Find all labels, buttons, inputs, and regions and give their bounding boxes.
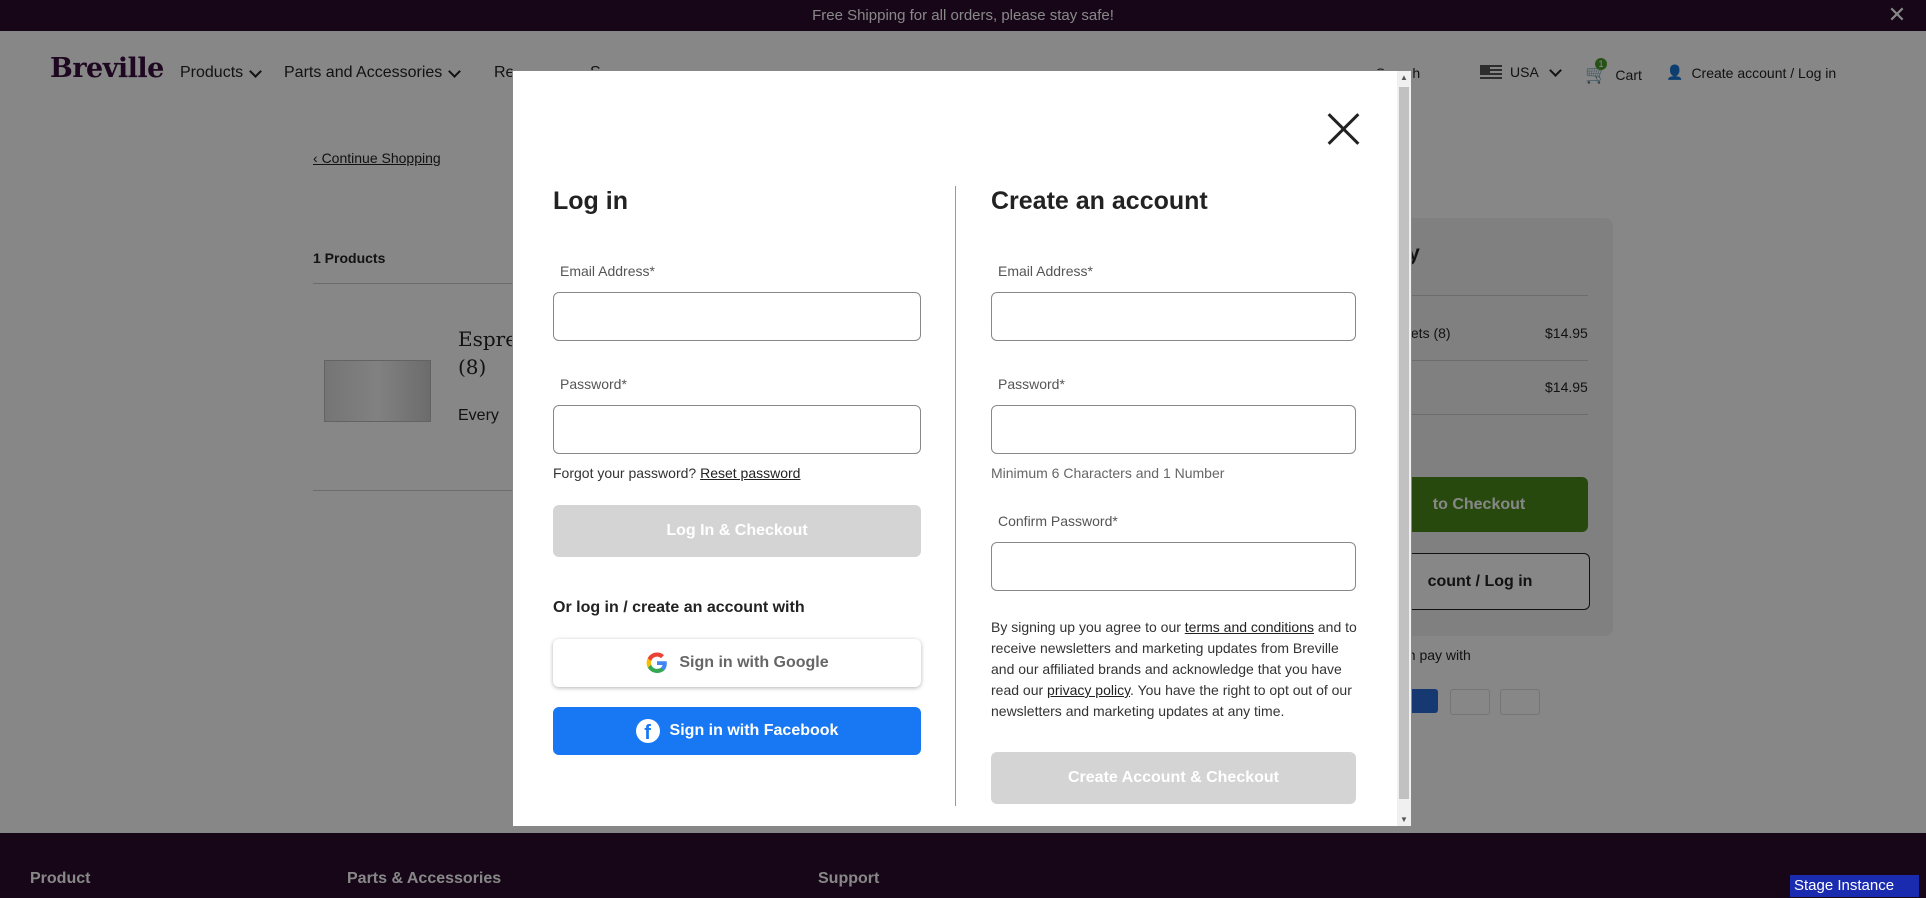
login-email-label: Email Address* [560,263,655,279]
social-login-heading: Or log in / create an account with [553,599,805,616]
stage-instance-badge: Stage Instance [1790,875,1919,897]
scroll-down-icon[interactable]: ▼ [1400,815,1408,824]
terms-and-conditions-link[interactable]: terms and conditions [1185,619,1314,635]
google-sign-in-label: Sign in with Google [679,654,829,671]
facebook-sign-in-label: Sign in with Facebook [669,722,839,739]
login-title: Log in [553,187,628,215]
forgot-password-row: Forgot your password? Reset password [553,465,800,481]
login-checkout-button[interactable]: Log In & Checkout [553,505,921,557]
terms-pre: By signing up you agree to our [991,619,1185,635]
close-icon[interactable] [1325,111,1361,147]
create-email-input[interactable] [991,292,1356,341]
facebook-icon: f [635,719,660,743]
google-sign-in-button[interactable]: Sign in with Google [553,639,921,687]
facebook-sign-in-button[interactable]: f Sign in with Facebook [553,707,921,755]
terms-text: By signing up you agree to our terms and… [991,617,1363,722]
create-password-input[interactable] [991,405,1356,454]
scroll-up-icon[interactable]: ▲ [1400,73,1408,82]
modal-scrollbar[interactable]: ▲ ▼ [1397,71,1411,826]
login-password-label: Password* [560,376,627,392]
password-hint: Minimum 6 Characters and 1 Number [991,465,1225,481]
forgot-password-text: Forgot your password? [553,465,697,481]
google-icon [646,652,668,673]
scrollbar-thumb[interactable] [1399,87,1409,799]
column-divider [955,186,956,806]
privacy-policy-link[interactable]: privacy policy [1047,682,1130,698]
login-password-input[interactable] [553,405,921,454]
create-account-checkout-button[interactable]: Create Account & Checkout [991,752,1356,804]
create-account-title: Create an account [991,187,1208,215]
create-password-label: Password* [998,376,1065,392]
login-email-input[interactable] [553,292,921,341]
confirm-password-input[interactable] [991,542,1356,591]
create-email-label: Email Address* [998,263,1093,279]
login-modal: Log in Email Address* Password* Forgot y… [512,70,1412,827]
confirm-password-label: Confirm Password* [998,513,1118,529]
reset-password-link[interactable]: Reset password [700,465,800,481]
